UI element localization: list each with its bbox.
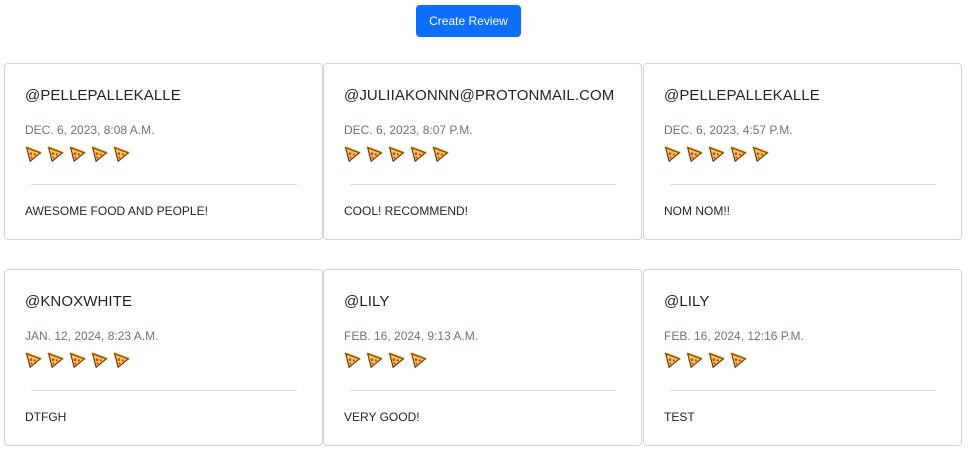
divider — [350, 184, 616, 185]
review-comment: VERY GOOD! — [344, 410, 420, 424]
pizza-slice-icon — [344, 146, 361, 163]
review-date: DEC. 6, 2023, 4:57 P.M. — [664, 123, 793, 137]
review-card: @KNOXWHITE JAN. 12, 2024, 8:23 A.M. DTFG… — [4, 269, 323, 446]
review-date: DEC. 6, 2023, 8:08 A.M. — [25, 123, 155, 137]
review-date: JAN. 12, 2024, 8:23 A.M. — [25, 329, 159, 343]
pizza-slice-icon — [113, 352, 130, 369]
pizza-slice-icon — [113, 146, 130, 163]
pizza-slice-icon — [664, 146, 681, 163]
pizza-slice-icon — [730, 146, 747, 163]
pizza-slice-icon — [752, 146, 769, 163]
top-bar: Create Review — [0, 0, 968, 50]
review-date: DEC. 6, 2023, 8:07 P.M. — [344, 123, 473, 137]
pizza-slice-icon — [366, 352, 383, 369]
pizza-slice-icon — [69, 146, 86, 163]
divider — [670, 184, 936, 185]
pizza-slice-icon — [366, 146, 383, 163]
pizza-slice-icon — [91, 352, 108, 369]
pizza-rating — [344, 146, 449, 164]
review-username: @LILY — [344, 293, 390, 310]
pizza-slice-icon — [432, 146, 449, 163]
pizza-rating — [25, 146, 130, 164]
pizza-slice-icon — [388, 146, 405, 163]
review-card: @PELLEPALLEKALLE DEC. 6, 2023, 4:57 P.M.… — [643, 63, 962, 240]
review-comment: NOM NOM!! — [664, 204, 730, 218]
pizza-slice-icon — [47, 146, 64, 163]
review-comment: DTFGH — [25, 410, 67, 424]
pizza-slice-icon — [69, 352, 86, 369]
pizza-slice-icon — [410, 352, 427, 369]
divider — [31, 390, 297, 391]
pizza-rating — [664, 352, 747, 370]
pizza-slice-icon — [25, 352, 42, 369]
review-username: @LILY — [664, 293, 710, 310]
pizza-slice-icon — [708, 146, 725, 163]
review-comment: COOL! RECOMMEND! — [344, 204, 469, 218]
review-card: @LILY FEB. 16, 2024, 9:13 A.M. VERY GOOD… — [323, 269, 642, 446]
pizza-slice-icon — [730, 352, 747, 369]
pizza-rating — [25, 352, 130, 370]
review-comment: AWESOME FOOD AND PEOPLE! — [25, 204, 208, 218]
divider — [31, 184, 297, 185]
pizza-slice-icon — [388, 352, 405, 369]
review-card: @PELLEPALLEKALLE DEC. 6, 2023, 8:08 A.M.… — [4, 63, 323, 240]
review-comment: TEST — [664, 410, 695, 424]
review-username: @KNOXWHITE — [25, 293, 133, 310]
pizza-slice-icon — [25, 146, 42, 163]
pizza-slice-icon — [664, 352, 681, 369]
pizza-rating — [664, 146, 769, 164]
pizza-slice-icon — [708, 352, 725, 369]
divider — [350, 390, 616, 391]
review-username: @JULIIAKONNN@PROTONMAIL.COM — [344, 87, 615, 104]
pizza-slice-icon — [410, 146, 427, 163]
review-date: FEB. 16, 2024, 12:16 P.M. — [664, 329, 804, 343]
review-username: @PELLEPALLEKALLE — [664, 87, 820, 104]
pizza-rating — [344, 352, 427, 370]
review-username: @PELLEPALLEKALLE — [25, 87, 181, 104]
pizza-slice-icon — [91, 146, 108, 163]
divider — [670, 390, 936, 391]
pizza-slice-icon — [686, 146, 703, 163]
pizza-slice-icon — [686, 352, 703, 369]
review-card: @JULIIAKONNN@PROTONMAIL.COM DEC. 6, 2023… — [323, 63, 642, 240]
review-date: FEB. 16, 2024, 9:13 A.M. — [344, 329, 479, 343]
review-card: @LILY FEB. 16, 2024, 12:16 P.M. TEST — [643, 269, 962, 446]
pizza-slice-icon — [344, 352, 361, 369]
pizza-slice-icon — [47, 352, 64, 369]
create-review-button[interactable]: Create Review — [416, 5, 521, 37]
